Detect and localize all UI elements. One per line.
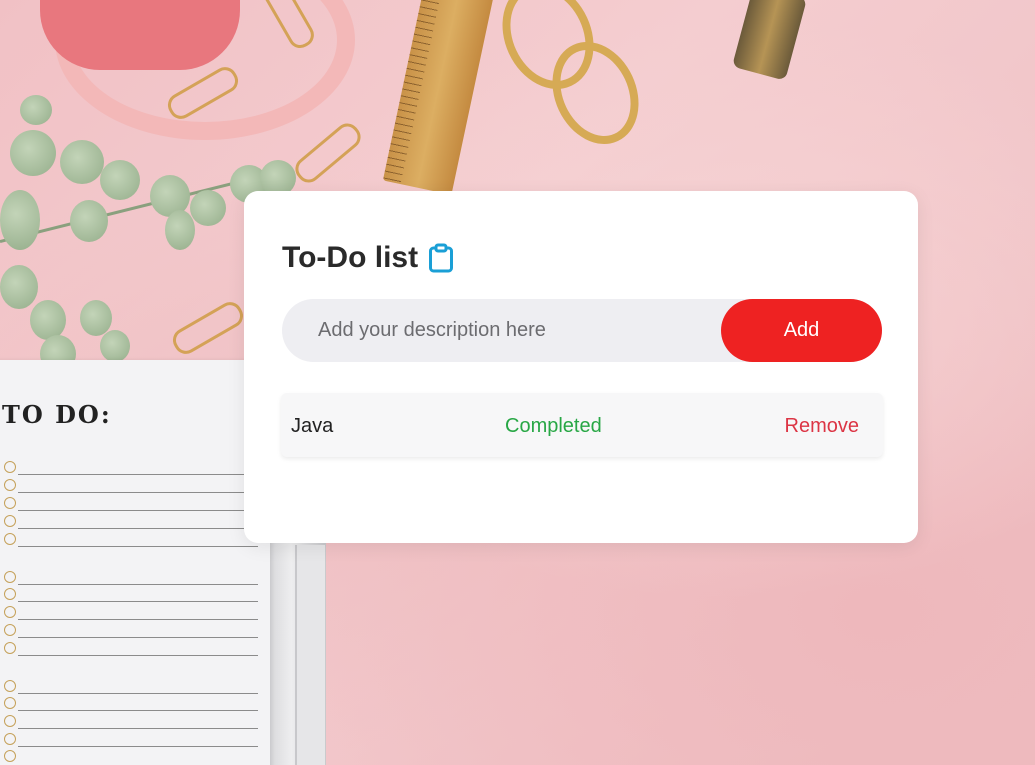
leaf-decoration [0,190,40,250]
notepad-checkbox [4,571,16,583]
notepad-checkbox [4,497,16,509]
remove-button[interactable]: Remove [785,415,859,438]
notepad-line [18,637,258,638]
page-title: To-Do list [282,241,419,274]
notepad-checkbox [4,680,16,692]
notepad-checkbox [4,479,16,491]
task-status[interactable]: Completed [505,415,602,438]
notepad-checkbox [4,515,16,527]
task-name[interactable]: Java [291,415,333,438]
notepad-line [18,728,258,729]
notepad-line [18,492,258,493]
todo-card: To-Do list Add Java Completed Remove [244,191,918,543]
leaf-decoration [165,210,195,250]
leaf-decoration [100,160,140,200]
list-item: Java Completed Remove [281,393,883,457]
task-list: Java Completed Remove [281,393,883,457]
notepad-line [18,601,258,602]
leaf-decoration [70,200,108,242]
notepad-line [18,655,258,656]
notepad-stack [295,545,325,765]
notepad-line [18,746,258,747]
notepad-checkbox [4,624,16,636]
notepad-checkbox [4,461,16,473]
notepad-line [18,546,258,547]
notepad-checkbox [4,733,16,745]
stapler-decoration [731,0,808,81]
leaf-decoration [30,300,66,340]
notepad-line [18,710,258,711]
leaf-decoration [190,190,226,226]
paperclip-decoration [290,118,366,188]
notepad-checkbox [4,642,16,654]
card-header: To-Do list [282,241,454,275]
add-task-form: Add [282,299,882,362]
clipboard-icon [428,243,454,273]
tape-core-decoration [40,0,240,70]
notepad-line [18,528,258,529]
notepad-checkbox [4,750,16,762]
leaf-decoration [80,300,112,336]
notepad-checkbox [4,697,16,709]
notepad-checkbox [4,533,16,545]
ruler-decoration [382,0,498,195]
paperclip-decoration [168,297,248,359]
leaf-decoration [0,265,38,309]
notepad-line [18,619,258,620]
notepad-line [18,693,258,694]
notepad-line [18,510,258,511]
notepad-checkbox [4,715,16,727]
leaf-decoration [20,95,52,125]
notepad-line [18,584,258,585]
leaf-decoration [100,330,130,362]
notepad-line [18,474,258,475]
notepad-checkbox [4,588,16,600]
notepad-checkbox [4,606,16,618]
add-button[interactable]: Add [721,299,882,362]
description-input[interactable] [282,299,712,362]
notepad-heading: TO DO: [2,400,112,429]
leaf-decoration [60,140,104,184]
leaf-decoration [10,130,56,176]
